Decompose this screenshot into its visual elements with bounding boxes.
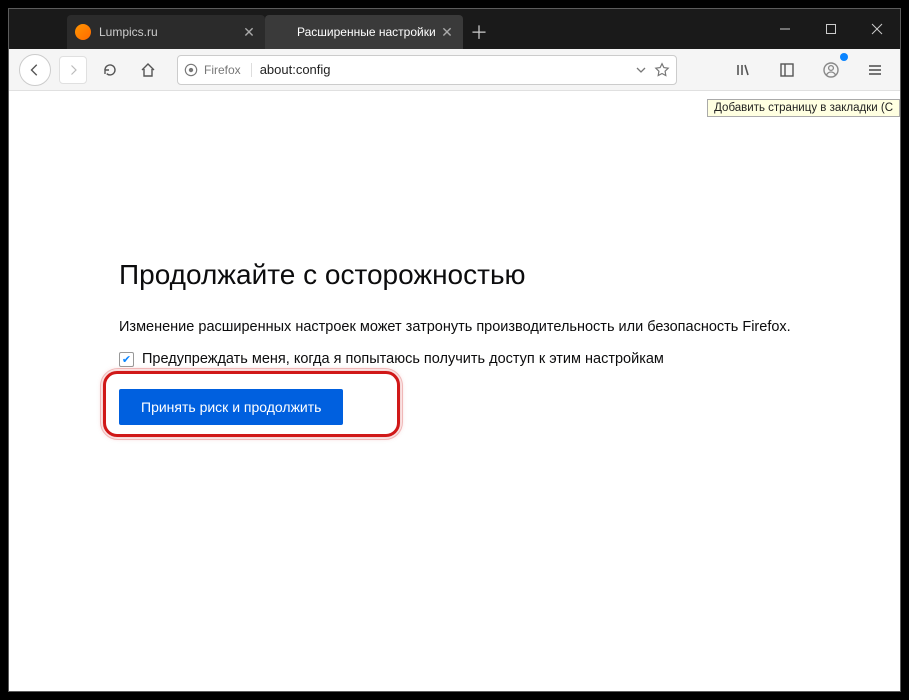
home-button[interactable] [133, 55, 163, 85]
url-input[interactable] [260, 62, 628, 77]
minimize-button[interactable] [762, 9, 808, 49]
url-dropdown-icon[interactable] [636, 65, 646, 75]
toolbar-right [728, 55, 890, 85]
tab-label: Lumpics.ru [99, 25, 241, 39]
maximize-button[interactable] [808, 9, 854, 49]
sidebar-icon[interactable] [772, 55, 802, 85]
close-tab-icon[interactable]: ✕ [439, 24, 455, 40]
warning-title: Продолжайте с осторожностью [119, 259, 860, 291]
favicon-icon [273, 24, 289, 40]
content-area: Добавить страницу в закладки (C Продолжа… [9, 91, 900, 691]
bookmark-star-icon[interactable] [654, 62, 670, 78]
window-controls [762, 9, 900, 49]
new-tab-button[interactable]: ＋ [463, 15, 495, 49]
tab-inactive[interactable]: Lumpics.ru ✕ [67, 15, 265, 49]
forward-button[interactable] [59, 56, 87, 84]
browser-window: Lumpics.ru ✕ Расширенные настройки ✕ ＋ [8, 8, 901, 692]
titlebar: Lumpics.ru ✕ Расширенные настройки ✕ ＋ [9, 9, 900, 49]
close-window-button[interactable] [854, 9, 900, 49]
identity-box[interactable]: Firefox [184, 63, 252, 77]
account-icon[interactable] [816, 55, 846, 85]
library-icon[interactable] [728, 55, 758, 85]
checkbox-icon[interactable]: ✔ [119, 352, 134, 367]
firefox-icon [184, 63, 198, 77]
warn-checkbox-row[interactable]: ✔ Предупреждать меня, когда я попытаюсь … [119, 351, 860, 367]
favicon-icon [75, 24, 91, 40]
tab-active[interactable]: Расширенные настройки ✕ [265, 15, 463, 49]
tab-label: Расширенные настройки [297, 25, 439, 39]
about-config-warning: Продолжайте с осторожностью Изменение ра… [119, 259, 860, 425]
reload-button[interactable] [95, 55, 125, 85]
menu-icon[interactable] [860, 55, 890, 85]
back-button[interactable] [19, 54, 51, 86]
close-tab-icon[interactable]: ✕ [241, 24, 257, 40]
browser-name: Firefox [204, 63, 241, 77]
bookmark-tooltip: Добавить страницу в закладки (C [707, 99, 900, 117]
url-bar[interactable]: Firefox [177, 55, 677, 85]
checkbox-label: Предупреждать меня, когда я попытаюсь по… [142, 351, 664, 367]
warning-description: Изменение расширенных настроек может зат… [119, 319, 860, 335]
accept-risk-button[interactable]: Принять риск и продолжить [119, 389, 343, 425]
tab-strip: Lumpics.ru ✕ Расширенные настройки ✕ ＋ [9, 9, 762, 49]
navigation-toolbar: Firefox [9, 49, 900, 91]
